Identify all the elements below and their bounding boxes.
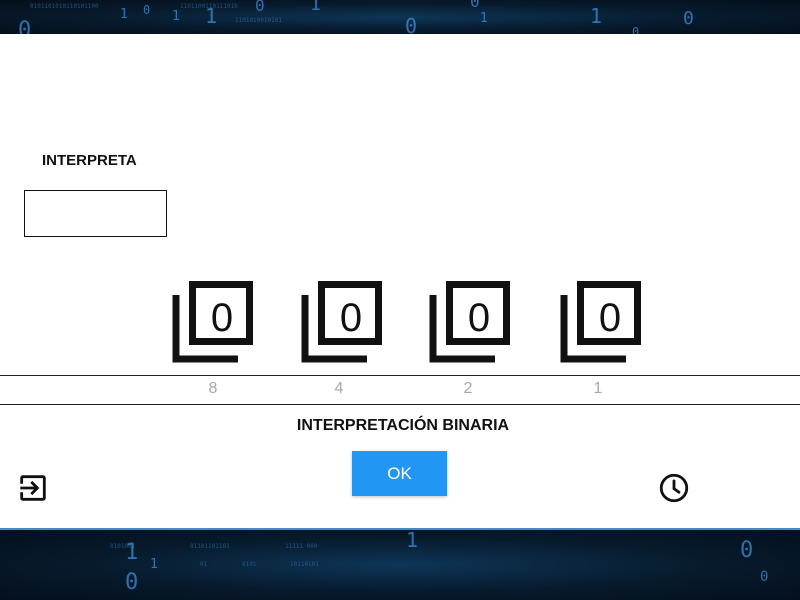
background-digit: 1 bbox=[120, 7, 128, 22]
background-digit: 0 bbox=[632, 25, 640, 34]
clock-icon[interactable] bbox=[657, 471, 691, 505]
background-bits: 01 bbox=[200, 561, 208, 568]
background-bits: 1101010010101 bbox=[235, 17, 282, 24]
background-digit: 1 bbox=[406, 530, 419, 552]
weight-label-1: 1 bbox=[593, 380, 603, 397]
background-digit: 1 bbox=[205, 4, 218, 28]
main-panel: INTERPRETA 0 0 0 0 8 4 2 1 INTERPRETACIÓ… bbox=[0, 34, 800, 531]
page-title: INTERPRETA bbox=[42, 152, 137, 169]
background-bits: 0101101010110101100 bbox=[30, 3, 99, 10]
background-bits: 10110101 bbox=[290, 561, 319, 568]
weight-label-2: 2 bbox=[463, 380, 473, 397]
ok-button[interactable]: OK bbox=[352, 451, 447, 496]
background-bottom: 0101001 01101101101 11111 000 01 0101 10… bbox=[0, 530, 800, 600]
background-bits: 11111 000 bbox=[285, 543, 318, 550]
background-bits: 0101 bbox=[242, 561, 257, 568]
binary-card-4[interactable]: 0 bbox=[301, 281, 385, 365]
background-digit: 1 bbox=[310, 0, 321, 15]
background-digit: 0 bbox=[683, 8, 694, 29]
background-digit: 1 bbox=[590, 4, 603, 28]
background-digit: 1 bbox=[480, 11, 488, 26]
background-digit: 0 bbox=[18, 18, 32, 35]
binary-card-1[interactable]: 0 bbox=[560, 281, 644, 365]
card-value: 0 bbox=[467, 296, 491, 340]
background-digit: 0 bbox=[470, 0, 480, 11]
background-digit: 0 bbox=[740, 538, 754, 563]
background-top: 0101101010110101100 1101100110111010 110… bbox=[0, 0, 800, 34]
background-digit: 1 bbox=[125, 540, 139, 565]
card-value: 0 bbox=[339, 296, 363, 340]
background-digit: 0 bbox=[760, 569, 769, 585]
divider-bottom bbox=[0, 404, 800, 405]
binary-card-8[interactable]: 0 bbox=[172, 281, 256, 365]
exit-to-app-icon[interactable] bbox=[16, 471, 50, 505]
background-digit: 1 bbox=[172, 9, 180, 24]
background-digit: 0 bbox=[405, 14, 418, 34]
background-digit: 0 bbox=[255, 0, 265, 15]
background-digit: 0 bbox=[143, 3, 151, 17]
background-digit: 0 bbox=[125, 570, 139, 595]
section-subtitle: INTERPRETACIÓN BINARIA bbox=[296, 417, 510, 434]
weight-label-4: 4 bbox=[334, 380, 344, 397]
weight-label-8: 8 bbox=[208, 380, 218, 397]
binary-card-2[interactable]: 0 bbox=[429, 281, 513, 365]
card-value: 0 bbox=[598, 296, 622, 340]
answer-input[interactable] bbox=[24, 190, 167, 237]
card-value: 0 bbox=[210, 296, 234, 340]
background-bits: 01101101101 bbox=[190, 543, 230, 550]
background-digit: 1 bbox=[150, 557, 158, 572]
divider-top bbox=[0, 375, 800, 376]
